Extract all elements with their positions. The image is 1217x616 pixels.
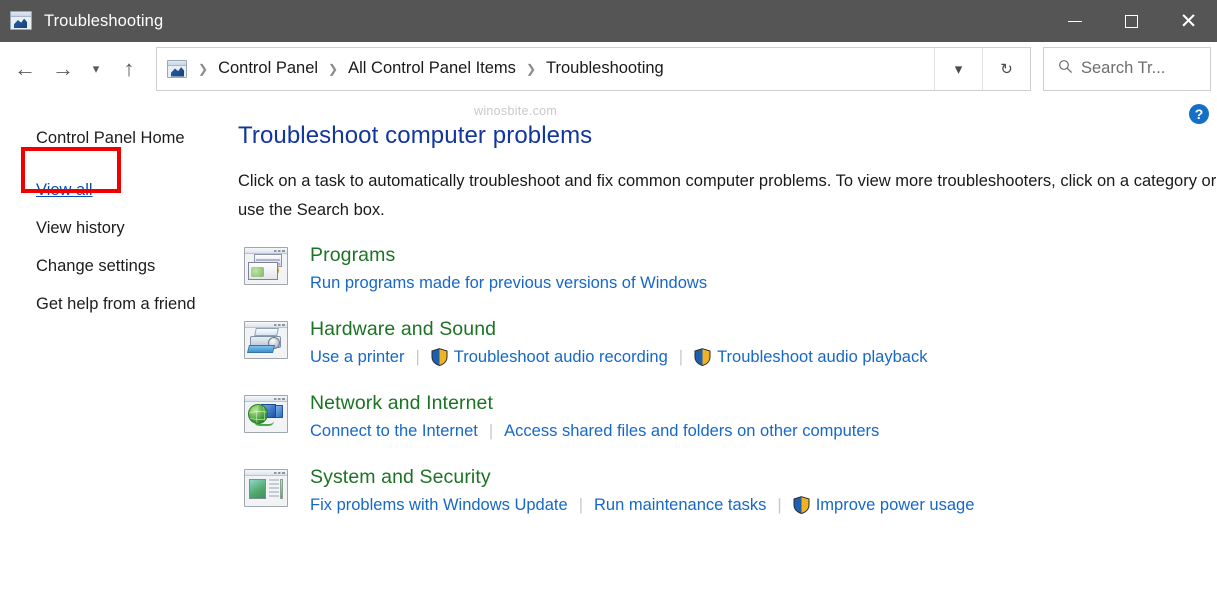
maximize-button[interactable] bbox=[1103, 0, 1160, 42]
link-separator: | bbox=[777, 491, 781, 519]
breadcrumb-item-all-control-panel-items[interactable]: All Control Panel Items bbox=[343, 57, 521, 80]
link-troubleshoot-audio-recording[interactable]: Troubleshoot audio recording bbox=[431, 343, 668, 371]
link-label: Troubleshoot audio playback bbox=[717, 343, 927, 371]
forward-button[interactable]: → bbox=[44, 49, 82, 89]
uac-shield-icon bbox=[694, 348, 711, 366]
link-improve-power-usage[interactable]: Improve power usage bbox=[793, 491, 975, 519]
arrow-right-icon: → bbox=[52, 58, 74, 80]
category-programs: Programs Run programs made for previous … bbox=[236, 243, 1217, 297]
close-button[interactable]: ✕ bbox=[1160, 0, 1217, 42]
search-input[interactable]: Search Tr... bbox=[1081, 59, 1165, 78]
programs-icon bbox=[244, 247, 288, 285]
address-bar[interactable]: ❯ Control Panel ❯ All Control Panel Item… bbox=[156, 47, 1031, 91]
close-icon: ✕ bbox=[1180, 11, 1198, 32]
minimize-button[interactable] bbox=[1046, 0, 1103, 42]
system-and-security-icon bbox=[244, 469, 288, 507]
breadcrumb-separator-icon: ❯ bbox=[193, 62, 213, 76]
link-troubleshoot-audio-playback[interactable]: Troubleshoot audio playback bbox=[694, 343, 927, 371]
control-panel-icon bbox=[10, 11, 32, 31]
category-title-programs[interactable]: Programs bbox=[310, 243, 707, 267]
search-box[interactable]: Search Tr... bbox=[1043, 47, 1211, 91]
breadcrumb-item-control-panel[interactable]: Control Panel bbox=[213, 57, 323, 80]
category-title-network-and-internet[interactable]: Network and Internet bbox=[310, 391, 879, 415]
sidebar-item-label: View all bbox=[36, 181, 93, 199]
page-description: Click on a task to automatically trouble… bbox=[238, 167, 1217, 225]
recent-locations-button[interactable]: ▾ bbox=[82, 49, 110, 89]
window-controls: ✕ bbox=[1046, 0, 1217, 42]
category-links-hardware-and-sound: Use a printer | Troubleshoot audio recor… bbox=[310, 343, 927, 371]
link-run-programs-previous-versions[interactable]: Run programs made for previous versions … bbox=[310, 269, 707, 297]
category-title-system-and-security[interactable]: System and Security bbox=[310, 465, 974, 489]
link-run-maintenance-tasks[interactable]: Run maintenance tasks bbox=[594, 491, 766, 519]
link-label: Troubleshoot audio recording bbox=[454, 343, 668, 371]
category-system-and-security: System and Security Fix problems with Wi… bbox=[236, 465, 1217, 519]
category-network-and-internet: Network and Internet Connect to the Inte… bbox=[236, 391, 1217, 445]
sidebar-item-change-settings[interactable]: Change settings bbox=[0, 247, 236, 285]
link-separator: | bbox=[679, 343, 683, 371]
breadcrumb: ❯ Control Panel ❯ All Control Panel Item… bbox=[193, 57, 934, 80]
link-separator: | bbox=[579, 491, 583, 519]
link-access-shared-files-and-folders[interactable]: Access shared files and folders on other… bbox=[504, 417, 879, 445]
up-button[interactable]: ↑ bbox=[110, 49, 148, 89]
address-control-panel-icon bbox=[167, 60, 187, 78]
search-icon bbox=[1058, 59, 1073, 79]
sidebar-item-view-history[interactable]: View history bbox=[0, 209, 236, 247]
breadcrumb-separator-icon: ❯ bbox=[521, 62, 541, 76]
help-icon[interactable]: ? bbox=[1189, 104, 1209, 124]
title-bar: Troubleshooting ✕ bbox=[0, 0, 1217, 42]
content-area: Control Panel Home View all View history… bbox=[0, 96, 1217, 616]
breadcrumb-item-troubleshooting[interactable]: Troubleshooting bbox=[541, 57, 669, 80]
sidebar-item-view-all[interactable]: View all bbox=[0, 171, 236, 209]
category-hardware-and-sound: Hardware and Sound Use a printer | Troub… bbox=[236, 317, 1217, 371]
maximize-icon bbox=[1125, 15, 1138, 28]
link-separator: | bbox=[489, 417, 493, 445]
arrow-left-icon: ← bbox=[14, 58, 36, 80]
window-title: Troubleshooting bbox=[44, 12, 163, 31]
back-button[interactable]: ← bbox=[6, 49, 44, 89]
link-label: Improve power usage bbox=[816, 491, 975, 519]
navigation-bar: ← → ▾ ↑ ❯ Control Panel ❯ All Control Pa… bbox=[0, 42, 1217, 96]
sidebar-item-get-help-from-a-friend[interactable]: Get help from a friend bbox=[0, 285, 236, 323]
watermark: winosbite.com bbox=[474, 104, 557, 118]
link-fix-problems-with-windows-update[interactable]: Fix problems with Windows Update bbox=[310, 491, 568, 519]
link-connect-to-the-internet[interactable]: Connect to the Internet bbox=[310, 417, 478, 445]
breadcrumb-separator-icon: ❯ bbox=[323, 62, 343, 76]
category-links-system-and-security: Fix problems with Windows Update | Run m… bbox=[310, 491, 974, 519]
address-dropdown-button[interactable]: ▾ bbox=[934, 48, 982, 90]
category-links-network-and-internet: Connect to the Internet | Access shared … bbox=[310, 417, 879, 445]
page-title: Troubleshoot computer problems bbox=[236, 122, 1217, 150]
main-panel: winosbite.com ? Troubleshoot computer pr… bbox=[236, 96, 1217, 616]
uac-shield-icon bbox=[793, 496, 810, 514]
chevron-down-icon: ▾ bbox=[93, 62, 100, 75]
refresh-button[interactable]: ↻ bbox=[982, 48, 1030, 90]
minimize-icon bbox=[1068, 21, 1082, 22]
sidebar: Control Panel Home View all View history… bbox=[0, 96, 236, 616]
hardware-and-sound-icon bbox=[244, 321, 288, 359]
category-list: Programs Run programs made for previous … bbox=[236, 243, 1217, 519]
link-separator: | bbox=[415, 343, 419, 371]
category-links-programs: Run programs made for previous versions … bbox=[310, 269, 707, 297]
link-use-a-printer[interactable]: Use a printer bbox=[310, 343, 404, 371]
arrow-up-icon: ↑ bbox=[124, 58, 135, 80]
category-title-hardware-and-sound[interactable]: Hardware and Sound bbox=[310, 317, 927, 341]
sidebar-item-control-panel-home[interactable]: Control Panel Home bbox=[0, 119, 236, 157]
refresh-icon: ↻ bbox=[1000, 60, 1013, 78]
chevron-down-icon: ▾ bbox=[955, 60, 963, 78]
network-and-internet-icon bbox=[244, 395, 288, 433]
uac-shield-icon bbox=[431, 348, 448, 366]
